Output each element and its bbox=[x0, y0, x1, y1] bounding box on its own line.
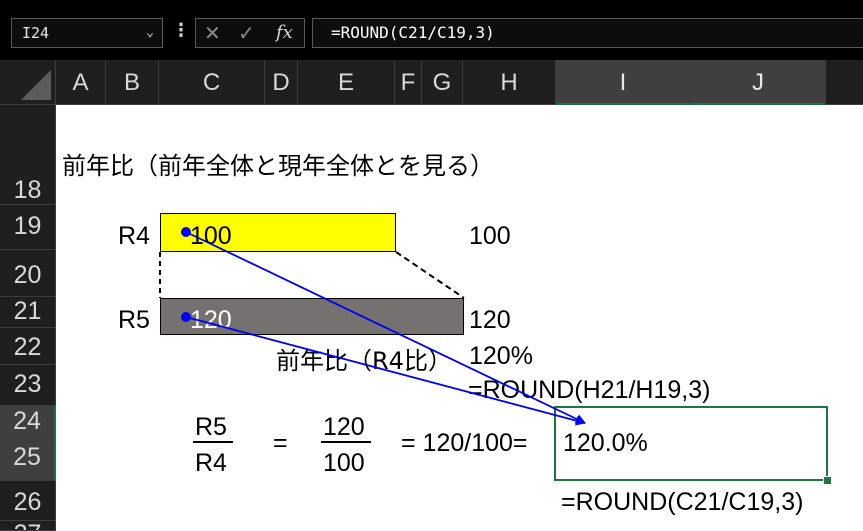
arrow-r4-to-result bbox=[185, 231, 586, 424]
arrows-overlay bbox=[159, 227, 586, 426]
arrow-r5-to-result bbox=[185, 316, 586, 426]
connector-right-dashed bbox=[395, 251, 465, 299]
